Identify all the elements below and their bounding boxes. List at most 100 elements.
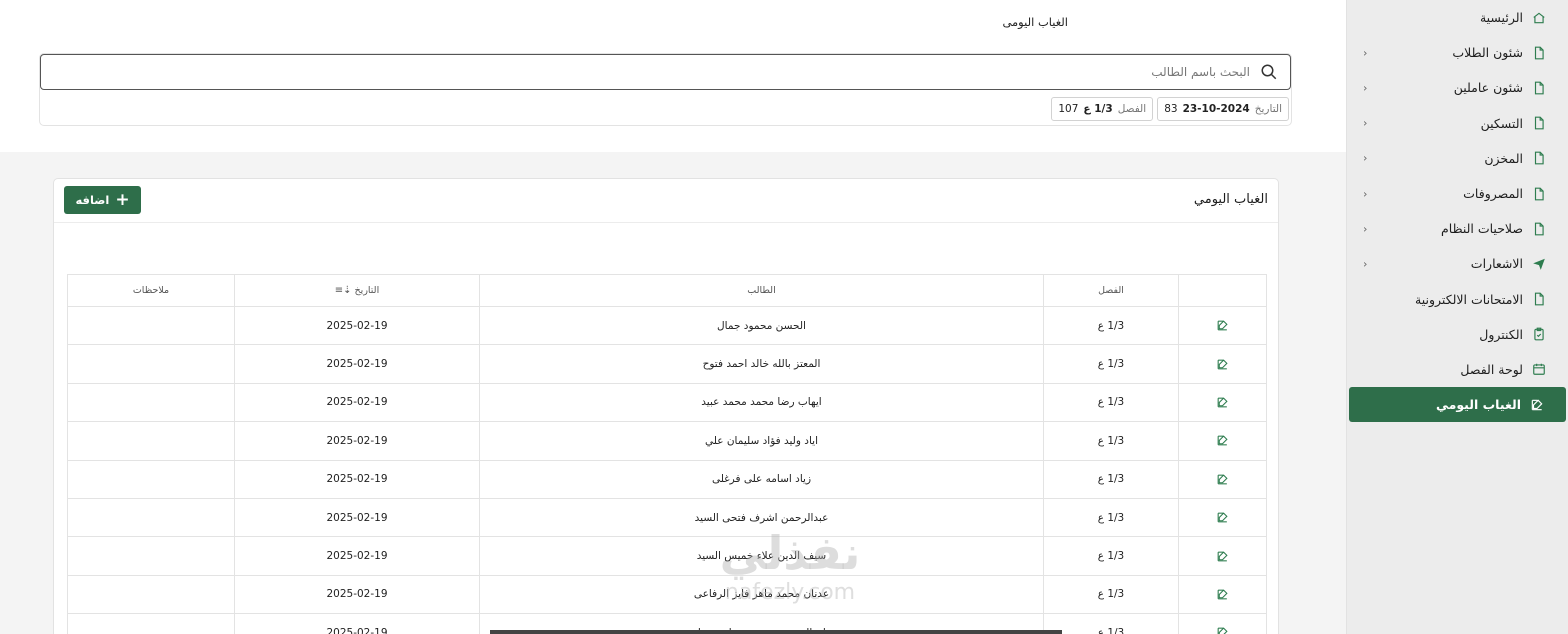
edit-icon [1530,398,1544,412]
filter-chips: التاريخ 23-10-2024 83 الفصل 1/3 ع 107 [1051,97,1289,121]
edit-icon[interactable] [1216,319,1229,332]
table-row: 1/3 ع ايهاب رضا محمد محمد عبيد 2025-02-19 [67,382,1267,423]
class-cell: 1/3 ع [1043,382,1179,423]
clipboard-check-icon [1532,327,1546,341]
edit-icon[interactable] [1216,511,1229,524]
row-actions-cell [1178,344,1267,384]
edit-icon[interactable] [1216,473,1229,486]
date-filter-value: 23-10-2024 [1182,103,1250,115]
sidebar-item-label: الامتحانات الالكترونية [1415,291,1523,307]
class-cell: 1/3 ع [1043,536,1179,576]
edit-icon[interactable] [1216,358,1229,371]
student-cell: عدنان محمد ماهر فايز الرفاعى [479,574,1044,615]
edit-icon[interactable] [1216,396,1229,409]
chevron-left-icon[interactable]: ‹ [1363,187,1367,200]
home-icon [1532,11,1546,25]
row-actions-cell [1178,421,1267,461]
row-actions-cell [1178,536,1267,576]
sidebar-item[interactable]: الاشعارات ‹ [1347,246,1568,281]
absence-table: الفصل الطالب التاريخ⇣≡ ملاحظات 1/3 ع الحس… [67,274,1267,634]
sidebar-item[interactable]: الرئيسية [1347,0,1568,35]
absence-card: الغياب اليومي + اضافه الفصل الطالب التار… [53,178,1279,634]
sidebar-item[interactable]: الامتحانات الالكترونية [1347,282,1568,317]
class-cell: 1/3 ع [1043,497,1179,538]
sidebar-item-label: الرئيسية [1479,10,1523,26]
sidebar: الرئيسية شئون الطلاب ‹ شئون عاملين ‹ التسكين ‹… [1346,0,1568,634]
date-cell: 2025-02-19 [234,459,480,499]
chevron-left-icon[interactable]: ‹ [1363,222,1367,235]
edit-icon[interactable] [1216,626,1229,634]
header-actions [1178,274,1267,307]
header-student: الطالب [479,274,1044,307]
student-cell: زياد اسامه على فرغلى [479,459,1044,499]
header-date-label: التاريخ [354,285,380,296]
search-card: التاريخ 23-10-2024 83 الفصل 1/3 ع 107 [39,53,1292,126]
chevron-left-icon[interactable]: ‹ [1363,257,1367,270]
class-cell: 1/3 ع [1043,613,1179,634]
sidebar-nav-list: الرئيسية شئون الطلاب ‹ شئون عاملين ‹ التسكين ‹… [1347,0,1568,423]
date-cell: 2025-02-19 [234,305,480,346]
header-date[interactable]: التاريخ⇣≡ [234,274,480,307]
search-icon [1260,63,1278,81]
card-title: الغياب اليومي [1193,192,1268,207]
notes-cell [67,421,235,461]
calendar-edit-icon [1532,362,1546,376]
table-row: 1/3 ع سيف الدين علاء خميس السيد 2025-02-19 [67,536,1267,576]
row-actions-cell [1178,382,1267,423]
table-body: 1/3 ع الحسن محمود جمال 2025-02-19 1/3 ع المع… [67,305,1267,634]
sidebar-item[interactable]: شئون عاملين ‹ [1347,70,1568,105]
chevron-left-icon[interactable]: ‹ [1363,152,1367,165]
student-cell: المعتز بالله خالد احمد فتوح [479,344,1044,384]
sidebar-item[interactable]: لوحة الفصل [1347,352,1568,387]
top-panel: الغياب اليومى التاريخ 23-10-2024 83 الفص… [0,0,1346,152]
sidebar-item-label: المخزن [1484,150,1523,166]
table-row: 1/3 ع زياد اسامه على فرغلى 2025-02-19 [67,459,1267,499]
date-cell: 2025-02-19 [234,382,480,423]
notes-cell [67,536,235,576]
file-icon [1532,116,1546,130]
sidebar-item-label: صلاحيات النظام [1441,221,1523,237]
class-filter-count: 107 [1058,103,1079,115]
table-row: 1/3 ع عبدالرحمن اشرف فتحى السيد 2025-02-19 [67,497,1267,538]
notes-cell [67,305,235,346]
sidebar-item[interactable]: الغياب اليومي [1349,387,1566,423]
sidebar-item[interactable]: صلاحيات النظام ‹ [1347,211,1568,246]
date-cell: 2025-02-19 [234,421,480,461]
scroll-indicator [490,630,1062,634]
class-cell: 1/3 ع [1043,574,1179,615]
class-cell: 1/3 ع [1043,344,1179,384]
student-cell: اياد وليد فؤاد سليمان علي [479,421,1044,461]
edit-icon[interactable] [1216,550,1229,563]
card-header: الغياب اليومي + اضافه [54,179,1278,223]
sidebar-item[interactable]: الكنترول [1347,317,1568,352]
row-actions-cell [1178,497,1267,538]
date-filter-chip[interactable]: التاريخ 23-10-2024 83 [1157,97,1289,121]
sidebar-item-label: المصروفات [1463,186,1523,202]
class-filter-value: 1/3 ع [1083,103,1113,115]
search-box[interactable] [40,54,1291,90]
edit-icon[interactable] [1216,588,1229,601]
add-button[interactable]: + اضافه [64,186,141,214]
sidebar-item[interactable]: شئون الطلاب ‹ [1347,35,1568,70]
add-button-label: اضافه [75,193,110,207]
table-row: 1/3 ع عدنان محمد ماهر فايز الرفاعى 2025-02… [67,574,1267,615]
page-title: الغياب اليومى [1002,15,1068,29]
chevron-left-icon[interactable]: ‹ [1363,81,1367,94]
sidebar-item[interactable]: التسكين ‹ [1347,106,1568,141]
sidebar-item[interactable]: المخزن ‹ [1347,141,1568,176]
notes-cell [67,574,235,615]
file-icon [1532,292,1546,306]
notes-cell [67,382,235,423]
sidebar-item[interactable]: المصروفات ‹ [1347,176,1568,211]
chevron-left-icon[interactable]: ‹ [1363,117,1367,130]
sidebar-item-label: شئون الطلاب [1452,45,1523,61]
sidebar-item-label: الكنترول [1479,326,1523,342]
date-filter-count: 83 [1164,103,1178,115]
search-input[interactable] [70,65,1250,79]
chevron-left-icon[interactable]: ‹ [1363,46,1367,59]
edit-icon[interactable] [1216,434,1229,447]
sort-icon[interactable]: ⇣≡ [335,285,352,296]
notes-cell [67,613,235,634]
class-filter-chip[interactable]: الفصل 1/3 ع 107 [1051,97,1154,121]
sidebar-item-label: الاشعارات [1470,256,1523,272]
